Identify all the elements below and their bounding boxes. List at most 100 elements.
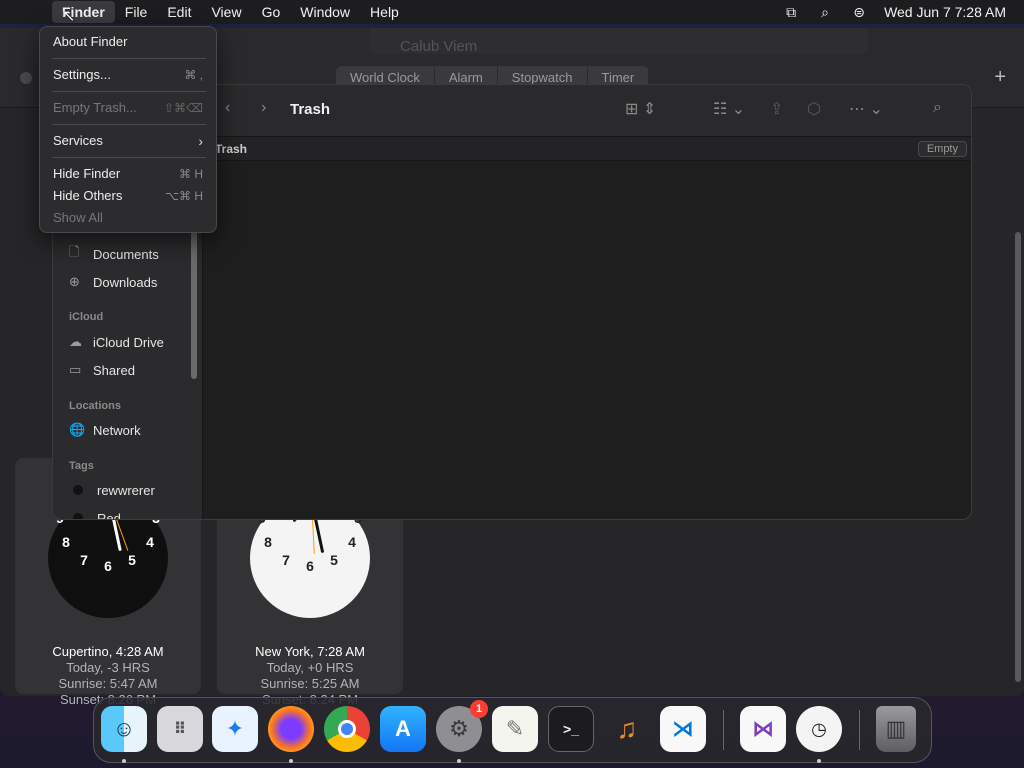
menu-edit[interactable]: Edit (157, 1, 201, 23)
finder-app-menu: About Finder Settings... ⌘ , Empty Trash… (39, 26, 217, 233)
menu-item-settings[interactable]: Settings... ⌘ , (53, 65, 203, 85)
garageband-icon[interactable]: ♫ (604, 706, 650, 752)
clock-icon[interactable]: ◷ (796, 706, 842, 752)
menu-view[interactable]: View (201, 1, 251, 23)
sidebar-item-label: Shared (93, 362, 135, 378)
visual-studio-icon[interactable]: ⋈ (740, 706, 786, 752)
city-sunrise: Sunrise: 5:25 AM (260, 676, 360, 691)
window-title: Trash (290, 101, 331, 118)
city-offset: Today, -3 HRS (66, 660, 150, 675)
more-actions-icon[interactable]: ⋯ ⌄ (849, 99, 883, 119)
sidebar-item-network[interactable]: 🌐 Network (69, 419, 141, 441)
menu-shortcut: ⌘ , (184, 68, 203, 82)
sidebar-item-downloads[interactable]: ⊕ Downloads (69, 271, 157, 293)
add-city-button[interactable]: + (994, 66, 1006, 89)
group-by-icon[interactable]: ☷ ⌄ (713, 99, 745, 119)
menu-separator (52, 58, 206, 59)
menu-item-label: Empty Trash... (53, 100, 137, 115)
menu-item-label: Hide Finder (53, 166, 121, 181)
menu-help[interactable]: Help (360, 1, 409, 23)
safari-icon[interactable]: ✦ (212, 706, 258, 752)
tag-color-dot (73, 513, 83, 519)
sidebar-item-shared[interactable]: ▭ Shared (69, 359, 135, 381)
city-sunrise: Sunrise: 5:47 AM (58, 676, 158, 691)
share-icon[interactable]: ⇪ (770, 99, 783, 119)
dial-number: 5 (128, 552, 136, 568)
finder-toolbar: ‹ › Trash ⊞ ⇕ ☷ ⌄ ⇪ ⬡ ⋯ ⌄ ⌕ (203, 85, 971, 137)
spotlight-search-icon[interactable]: ⌕ (808, 4, 842, 21)
menu-file[interactable]: File (115, 1, 158, 23)
menu-bar: Finder File Edit View Go Window Help ⧉ ⌕… (0, 0, 1024, 24)
sidebar-item-icloud-drive[interactable]: ☁ iCloud Drive (69, 331, 164, 353)
city-name: Cupertino, 4:28 AM (52, 644, 164, 659)
control-center-icon[interactable]: ⊜ (842, 4, 876, 21)
launchpad-icon[interactable]: ⠿ (157, 706, 203, 752)
finder-icon[interactable]: ☺ (101, 706, 147, 752)
trash-icon[interactable]: ▥ (876, 706, 916, 752)
menu-item-about-finder[interactable]: About Finder (53, 32, 203, 52)
menu-window[interactable]: Window (290, 1, 360, 23)
sidebar-section-locations: Locations (69, 400, 121, 412)
clock-scrollbar[interactable] (1015, 232, 1021, 682)
menubar-clock[interactable]: Wed Jun 7 7:28 AM (876, 4, 1024, 20)
forward-icon[interactable]: › (261, 99, 266, 117)
chrome-icon[interactable] (324, 706, 370, 752)
search-icon[interactable]: ⌕ (933, 99, 942, 117)
sidebar-item-tag[interactable]: rewwrerer (69, 479, 155, 501)
menu-item-services[interactable]: Services › (53, 131, 203, 151)
path-label: Trash (215, 142, 248, 156)
menu-item-hide-others[interactable]: Hide Others ⌥⌘ H (53, 186, 203, 206)
dial-number: 6 (306, 558, 314, 574)
sidebar-item-label: iCloud Drive (93, 334, 164, 350)
sidebar-item-label: Network (93, 422, 141, 438)
dial-number: 8 (62, 534, 70, 550)
dial-number: 7 (282, 552, 290, 568)
vscode-icon[interactable]: ⋊ (660, 706, 706, 752)
sidebar-section-tags: Tags (69, 460, 94, 472)
menu-item-hide-finder[interactable]: Hide Finder ⌘ H (53, 164, 203, 184)
running-indicator (122, 759, 126, 763)
menu-item-label: Settings... (53, 67, 111, 82)
app-store-icon[interactable]: A (380, 706, 426, 752)
back-icon[interactable]: ‹ (225, 99, 230, 117)
menu-shortcut: ⌘ H (179, 167, 203, 181)
menu-separator (52, 124, 206, 125)
menu-item-label: Hide Others (53, 188, 123, 203)
path-bar: Trash Empty (203, 137, 971, 161)
dial-number: 6 (104, 558, 112, 574)
globe-icon: 🌐 (69, 422, 86, 437)
menu-item-label: Services (53, 133, 103, 148)
dock-separator (859, 710, 860, 750)
view-mode-icon[interactable]: ⊞ ⇕ (625, 99, 656, 119)
finder-content-area[interactable] (203, 162, 971, 519)
clock-window-title: Calub Viem (370, 28, 868, 54)
menu-item-label: Show All (53, 210, 103, 225)
menu-shortcut: ⌥⌘ H (165, 189, 203, 203)
empty-trash-button[interactable]: Empty (917, 141, 967, 157)
firefox-icon[interactable] (268, 706, 314, 752)
menu-item-empty-trash: Empty Trash... ⇧⌘⌫ (53, 98, 203, 118)
sidebar-item-label: Red (97, 510, 121, 520)
dial-number: 4 (348, 534, 356, 550)
menu-separator (52, 91, 206, 92)
menu-item-label: About Finder (53, 34, 128, 49)
dial-number: 5 (330, 552, 338, 568)
screen-mirroring-icon[interactable]: ⧉ (774, 4, 808, 21)
tag-icon[interactable]: ⬡ (807, 99, 821, 119)
running-indicator (457, 759, 461, 763)
menu-separator (52, 157, 206, 158)
window-close-button[interactable] (20, 72, 32, 84)
document-icon: 🗋 (69, 244, 80, 259)
running-indicator (817, 759, 821, 763)
settings-icon[interactable]: ⚙ 1 (436, 700, 488, 752)
menu-go[interactable]: Go (252, 1, 291, 23)
textedit-icon[interactable]: ✎ (492, 706, 538, 752)
sidebar-item-tag[interactable]: Red (69, 507, 121, 520)
tag-color-dot (73, 485, 83, 495)
mouse-cursor-icon: ↖ (62, 8, 76, 25)
sidebar-item-documents[interactable]: 🗋 Documents (69, 243, 159, 265)
terminal-icon[interactable]: >_ (548, 706, 594, 752)
sidebar-scrollbar[interactable] (191, 225, 197, 379)
dock-separator (723, 710, 724, 750)
sidebar-item-label: rewwrerer (97, 482, 155, 498)
